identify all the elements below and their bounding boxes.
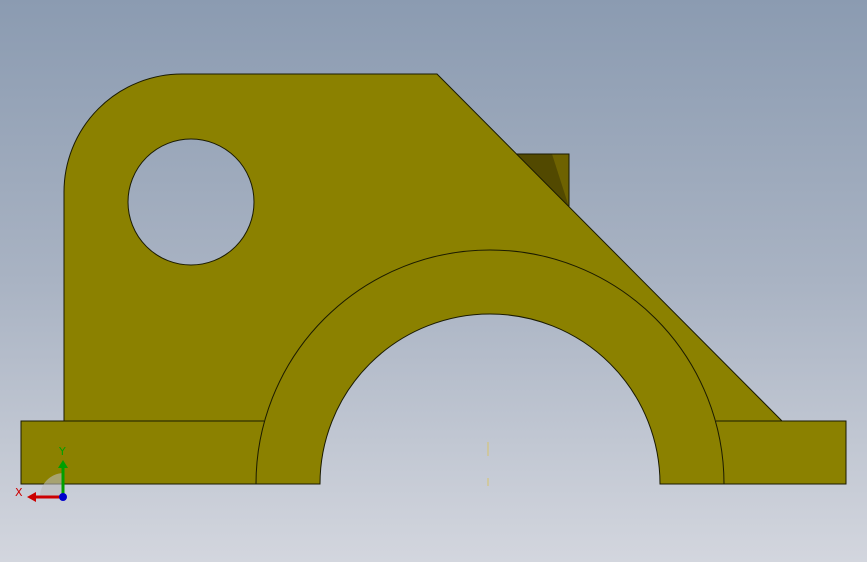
graphics-viewport[interactable]: Y X xyxy=(0,0,867,562)
model-view[interactable]: Y X xyxy=(0,0,867,562)
z-axis-dot xyxy=(59,493,67,501)
x-axis-label: X xyxy=(15,486,23,499)
x-axis-arrowhead xyxy=(27,492,36,502)
y-axis-label: Y xyxy=(58,445,66,458)
bracket-face[interactable] xyxy=(20,73,847,485)
